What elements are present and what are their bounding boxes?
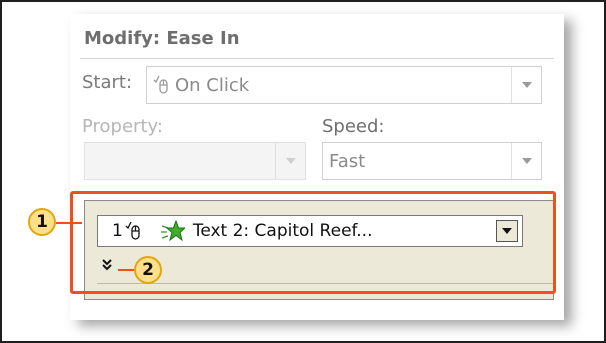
speed-dropdown-button[interactable] <box>511 143 541 179</box>
start-label: Start: <box>82 72 133 93</box>
speed-value: Fast <box>329 150 366 172</box>
title-divider <box>80 58 554 59</box>
property-label: Property: <box>82 116 163 137</box>
callout-2: 2 <box>134 256 162 284</box>
chevron-down-icon <box>521 82 532 88</box>
start-value: On Click <box>175 74 250 96</box>
callout-leader-2 <box>118 269 134 271</box>
property-dropdown <box>84 142 306 180</box>
callout-leader-1 <box>56 222 82 224</box>
modify-effect-title: Modify: Ease In <box>84 28 240 49</box>
speed-label: Speed: <box>322 116 385 137</box>
start-dropdown[interactable]: On Click <box>146 66 542 104</box>
property-dropdown-button <box>275 143 305 179</box>
speed-dropdown[interactable]: Fast <box>322 142 542 180</box>
mouse-icon <box>153 75 169 95</box>
chevron-down-icon <box>285 158 296 164</box>
callout-1: 1 <box>28 208 56 236</box>
start-dropdown-button[interactable] <box>511 67 541 103</box>
chevron-down-icon <box>521 158 532 164</box>
